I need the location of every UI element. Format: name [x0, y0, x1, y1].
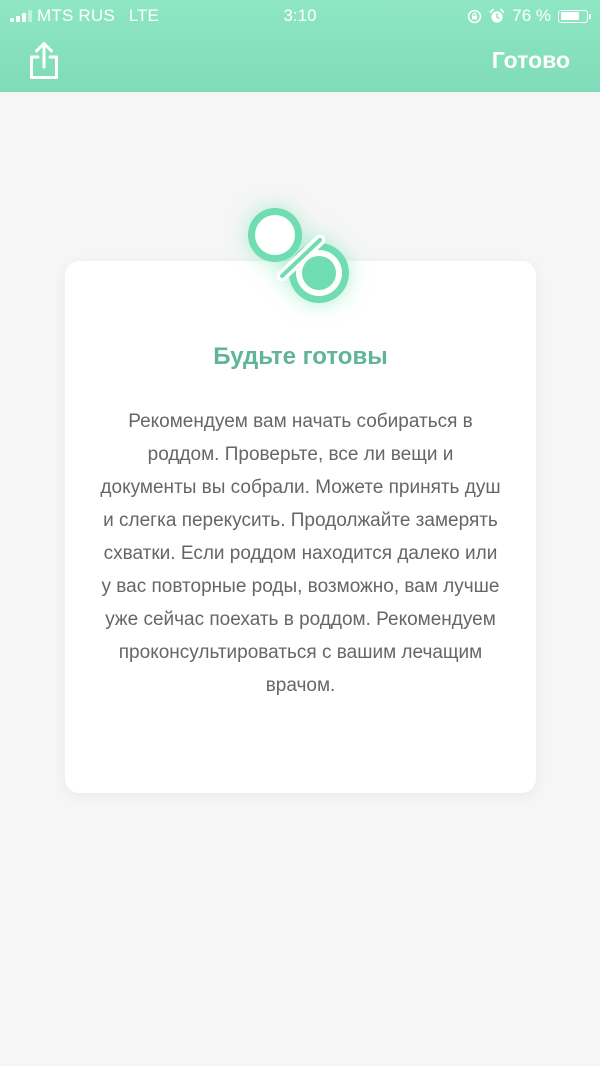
orientation-lock-icon: [468, 9, 482, 23]
done-button[interactable]: Готово: [492, 47, 570, 74]
card-title: Будьте готовы: [213, 343, 388, 370]
pacifier-icon: [248, 208, 349, 303]
battery-percentage: 76 %: [512, 6, 551, 25]
card-body-text: Рекомендуем вам начать собираться в родд…: [100, 411, 501, 696]
status-bar: MTS RUS LTE 3:10 76 %: [0, 0, 600, 32]
alarm-icon: [489, 8, 505, 23]
share-button[interactable]: [24, 40, 64, 82]
battery-fill: [560, 12, 579, 20]
top-bar: MTS RUS LTE 3:10 76 % Готово: [0, 0, 600, 92]
status-right: 76 %: [467, 6, 591, 26]
info-card: Будьте готовы Рекомендуем вам начать соб…: [65, 261, 536, 793]
battery-icon: [558, 9, 591, 23]
